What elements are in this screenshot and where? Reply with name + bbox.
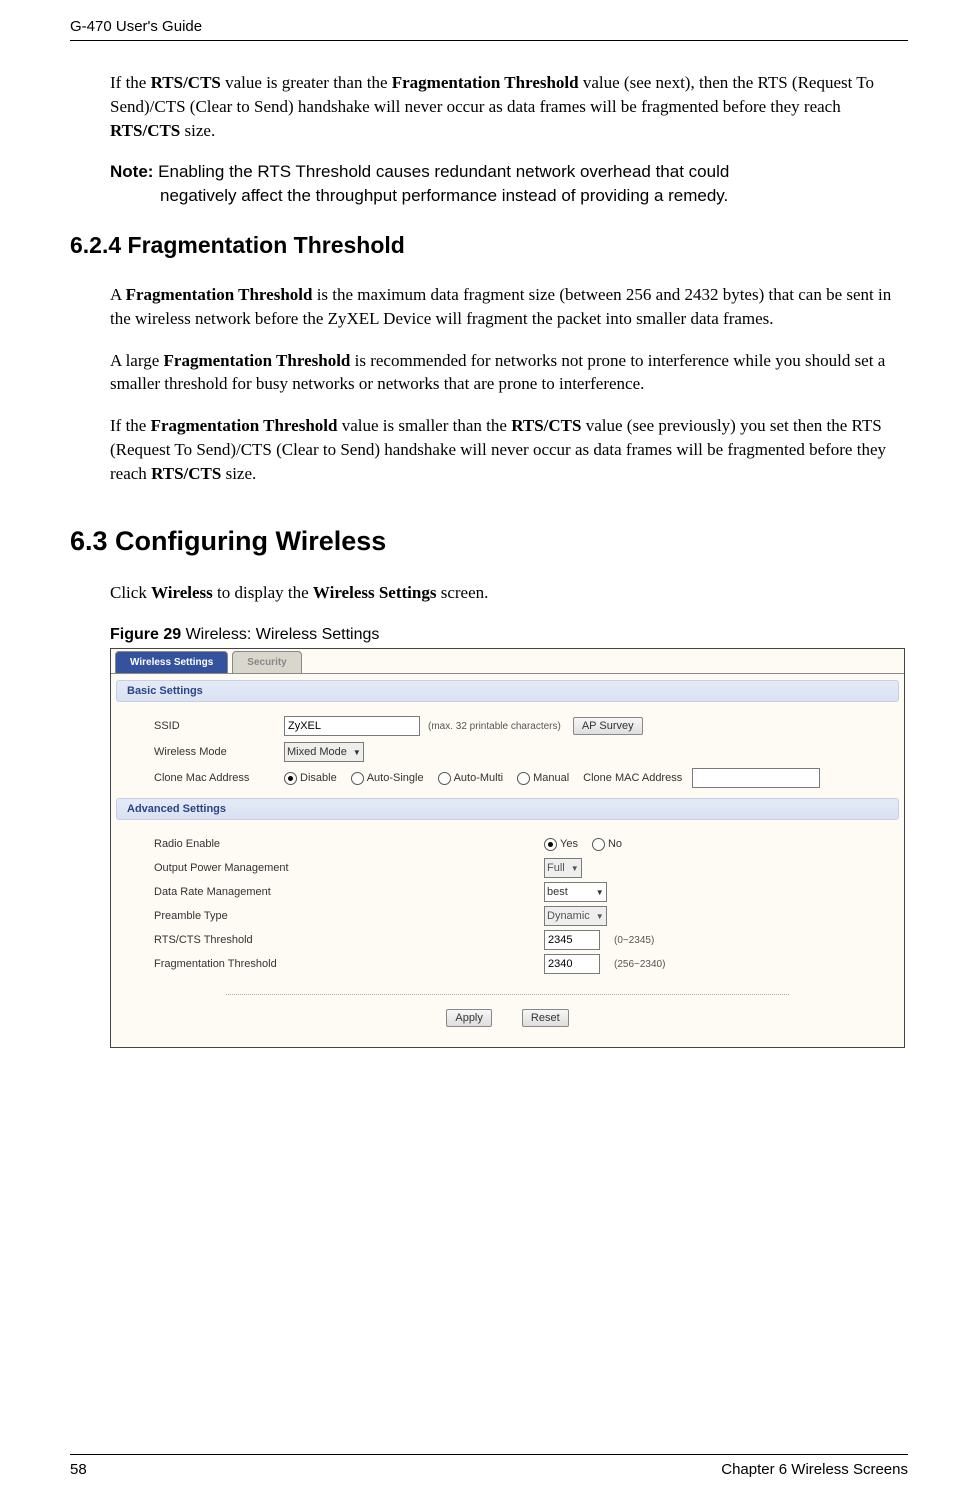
advanced-settings-content: Radio Enable Yes No [116,828,899,982]
wireless-mode-select[interactable]: Mixed Mode ▼ [284,742,364,762]
ssid-hint: (max. 32 printable characters) [428,721,561,732]
content-area: If the RTS/CTS value is greater than the… [70,71,908,1434]
paragraph-frag-smaller: If the Fragmentation Threshold value is … [110,414,908,485]
paragraph-rtscts: If the RTS/CTS value is greater than the… [110,71,908,142]
frag-threshold-input[interactable] [544,954,600,974]
clone-mac-input[interactable] [692,768,820,788]
apply-button[interactable]: Apply [446,1009,492,1027]
rts-threshold-input[interactable] [544,930,600,950]
paragraph-frag-large: A large Fragmentation Threshold is recom… [110,349,908,397]
radio-auto-multi[interactable]: Auto-Multi [438,772,504,785]
figure-label: Figure 29 [110,626,186,643]
ssid-label: SSID [154,720,284,732]
wireless-mode-label: Wireless Mode [154,746,284,758]
row-ssid: SSID (max. 32 printable characters) AP S… [154,714,881,738]
section-advanced-settings: Advanced Settings [116,798,899,820]
figure-title: Wireless: Wireless Settings [186,626,380,643]
output-power-select[interactable]: Full ▼ [544,858,582,878]
section-basic-settings: Basic Settings [116,680,899,702]
clone-mac-radios: Disable Auto-Single Auto-Multi [284,768,820,788]
output-power-label: Output Power Management [154,862,544,874]
button-row: Apply Reset [116,1005,899,1035]
ap-survey-button[interactable]: AP Survey [573,717,643,735]
heading-6-3: 6.3 Configuring Wireless [70,526,908,557]
note-line1: Enabling the RTS Threshold causes redund… [153,162,729,181]
figure-caption: Figure 29 Wireless: Wireless Settings [110,626,908,644]
radio-auto-single[interactable]: Auto-Single [351,772,424,785]
guide-title: G-470 User's Guide [70,18,202,35]
radio-yes[interactable]: Yes [544,838,578,851]
basic-settings-content: SSID (max. 32 printable characters) AP S… [116,710,899,798]
paragraph-frag-def: A Fragmentation Threshold is the maximum… [110,283,908,331]
radio-disable[interactable]: Disable [284,772,337,785]
chevron-down-icon: ▼ [596,888,604,897]
clone-mac-label: Clone Mac Address [154,772,284,784]
heading-6-2-4: 6.2.4 Fragmentation Threshold [70,232,908,259]
row-preamble: Preamble Type Dynamic ▼ [154,904,881,928]
tabs-row: Wireless Settings Security [111,649,904,673]
reset-button[interactable]: Reset [522,1009,569,1027]
note-line2: negatively affect the throughput perform… [110,184,908,208]
preamble-label: Preamble Type [154,910,544,922]
row-wireless-mode: Wireless Mode Mixed Mode ▼ [154,740,881,764]
chevron-down-icon: ▼ [571,864,579,873]
frag-threshold-hint: (256~2340) [614,959,665,970]
rts-threshold-label: RTS/CTS Threshold [154,934,544,946]
paragraph-click-wireless: Click Wireless to display the Wireless S… [110,581,908,605]
row-output-power: Output Power Management Full ▼ [154,856,881,880]
page-header: G-470 User's Guide [70,18,908,41]
radio-enable-label: Radio Enable [154,838,544,850]
row-radio-enable: Radio Enable Yes No [154,832,881,856]
clone-mac-address-label: Clone MAC Address [583,772,682,784]
radio-no[interactable]: No [592,838,622,851]
note-label: Note: [110,162,153,181]
row-frag-threshold: Fragmentation Threshold (256~2340) [154,952,881,976]
chevron-down-icon: ▼ [596,912,604,921]
radio-manual[interactable]: Manual [517,772,569,785]
data-rate-label: Data Rate Management [154,886,544,898]
panel: Basic Settings SSID (max. 32 printable c… [111,673,904,1047]
row-rts-threshold: RTS/CTS Threshold (0~2345) [154,928,881,952]
tab-security[interactable]: Security [232,651,301,673]
rts-threshold-hint: (0~2345) [614,935,654,946]
data-rate-select[interactable]: best ▼ [544,882,607,902]
frag-threshold-label: Fragmentation Threshold [154,958,544,970]
page-number: 58 [70,1461,87,1478]
row-clone-mac: Clone Mac Address Disable Auto-Single [154,766,881,790]
ssid-input[interactable] [284,716,420,736]
page-footer: 58 Chapter 6 Wireless Screens [70,1454,908,1478]
row-data-rate: Data Rate Management best ▼ [154,880,881,904]
tab-wireless-settings[interactable]: Wireless Settings [115,651,228,673]
chapter-label: Chapter 6 Wireless Screens [721,1461,908,1478]
note-block: Note: Enabling the RTS Threshold causes … [110,160,908,208]
screenshot-wireless-settings: Wireless Settings Security Basic Setting… [110,648,905,1048]
preamble-select[interactable]: Dynamic ▼ [544,906,607,926]
separator [226,994,789,995]
chevron-down-icon: ▼ [353,748,361,757]
